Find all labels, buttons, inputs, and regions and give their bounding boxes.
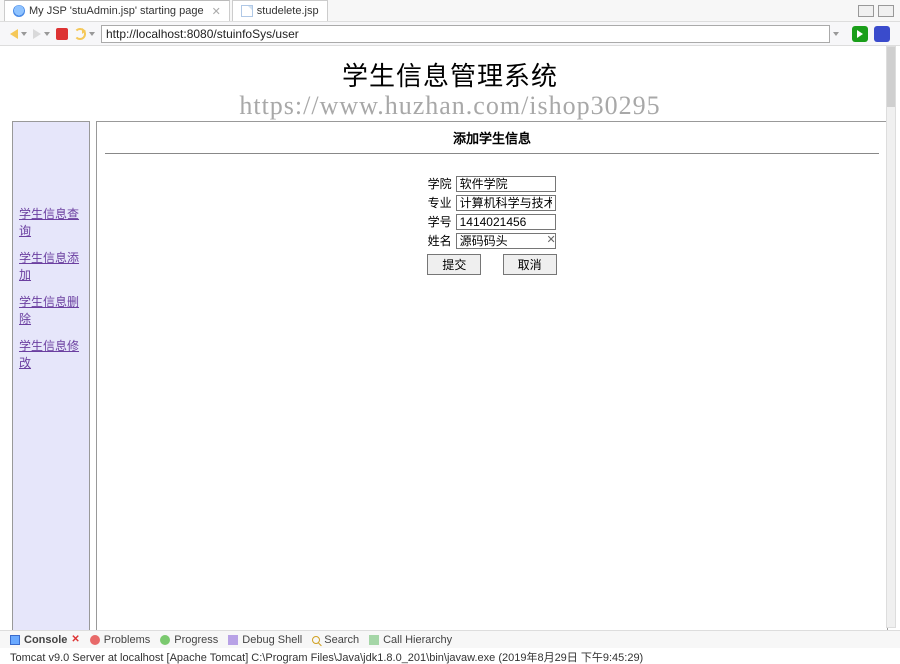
status-bar: Tomcat v9.0 Server at localhost [Apache … — [0, 648, 900, 664]
external-browser-button[interactable] — [874, 26, 890, 42]
debug-shell-icon — [228, 635, 238, 645]
tab-label: Search — [324, 634, 359, 646]
problems-icon — [90, 635, 100, 645]
clear-input-icon[interactable]: ✕ — [546, 233, 555, 246]
sidebar: 学生信息查询 学生信息添加 学生信息删除 学生信息修改 — [12, 121, 90, 630]
go-button[interactable] — [852, 26, 868, 42]
tab-label: Progress — [174, 634, 218, 646]
console-tabs: Console ✕ Problems Progress Debug Shell … — [0, 630, 900, 648]
browser-viewport: 学生信息管理系统 https://www.huzhan.com/ishop302… — [0, 46, 900, 630]
bottom-panel: Console ✕ Problems Progress Debug Shell … — [0, 630, 900, 664]
progress-icon — [160, 635, 170, 645]
label-name: 姓名 — [425, 231, 453, 250]
tab-label: Call Hierarchy — [383, 634, 452, 646]
url-input[interactable] — [101, 25, 830, 43]
maximize-button[interactable] — [878, 5, 894, 17]
page-header: 学生信息管理系统 https://www.huzhan.com/ishop302… — [0, 46, 900, 121]
tab-progress[interactable]: Progress — [160, 634, 218, 646]
internal-browser-toolbar — [0, 22, 900, 46]
sidebar-item-query[interactable]: 学生信息查询 — [13, 200, 89, 244]
tab-label: Debug Shell — [242, 634, 302, 646]
chevron-down-icon[interactable] — [21, 32, 27, 36]
tab-debug-shell[interactable]: Debug Shell — [228, 634, 302, 646]
close-icon[interactable]: ✕ — [212, 5, 221, 18]
console-icon — [10, 635, 20, 645]
tab-console[interactable]: Console ✕ — [10, 634, 80, 646]
major-field[interactable] — [456, 195, 556, 211]
watermark-text: https://www.huzhan.com/ishop30295 — [0, 91, 900, 121]
page-title: 学生信息管理系统 — [0, 56, 900, 93]
submit-button[interactable]: 提交 — [427, 254, 481, 275]
sno-field[interactable] — [456, 214, 556, 230]
tab-search[interactable]: Search — [312, 634, 359, 646]
scrollbar-thumb[interactable] — [887, 47, 895, 107]
refresh-icon[interactable] — [74, 28, 86, 40]
label-sno: 学号 — [425, 212, 453, 231]
college-field[interactable] — [456, 176, 556, 192]
globe-icon — [13, 5, 25, 17]
tab-label: Console — [24, 634, 67, 646]
stop-icon[interactable] — [56, 28, 68, 40]
editor-tab-label: studelete.jsp — [257, 5, 319, 17]
editor-tab-active[interactable]: My JSP 'stuAdmin.jsp' starting page ✕ — [4, 0, 230, 21]
editor-tab-label: My JSP 'stuAdmin.jsp' starting page — [29, 5, 204, 17]
search-icon — [312, 636, 320, 644]
label-major: 专业 — [425, 193, 453, 212]
sub-title: 添加学生信息 — [105, 126, 879, 153]
sidebar-item-modify[interactable]: 学生信息修改 — [13, 332, 89, 376]
student-form: 学院 专业 学号 姓名 — [425, 174, 558, 276]
chevron-down-icon[interactable] — [44, 32, 50, 36]
minimize-button[interactable] — [858, 5, 874, 17]
sidebar-item-delete[interactable]: 学生信息删除 — [13, 288, 89, 332]
tab-call-hierarchy[interactable]: Call Hierarchy — [369, 634, 452, 646]
back-icon[interactable] — [10, 29, 18, 39]
editor-window-controls — [858, 0, 900, 21]
main-panel: 添加学生信息 学院 专业 学号 — [96, 121, 888, 630]
tab-problems[interactable]: Problems — [90, 634, 150, 646]
tab-label: Problems — [104, 634, 150, 646]
divider — [105, 153, 879, 154]
editor-tab-strip: My JSP 'stuAdmin.jsp' starting page ✕ st… — [0, 0, 900, 22]
cancel-button[interactable]: 取消 — [503, 254, 557, 275]
name-field[interactable] — [456, 233, 556, 249]
editor-tab[interactable]: studelete.jsp — [232, 0, 328, 21]
chevron-down-icon[interactable] — [89, 32, 95, 36]
call-hierarchy-icon — [369, 635, 379, 645]
chevron-down-icon[interactable] — [833, 32, 839, 36]
scrollbar[interactable] — [886, 46, 896, 628]
sidebar-item-add[interactable]: 学生信息添加 — [13, 244, 89, 288]
close-icon[interactable]: ✕ — [71, 634, 79, 645]
label-college: 学院 — [425, 174, 453, 193]
forward-icon[interactable] — [33, 29, 41, 39]
ide-window: My JSP 'stuAdmin.jsp' starting page ✕ st… — [0, 0, 900, 664]
jsp-file-icon — [241, 5, 253, 17]
